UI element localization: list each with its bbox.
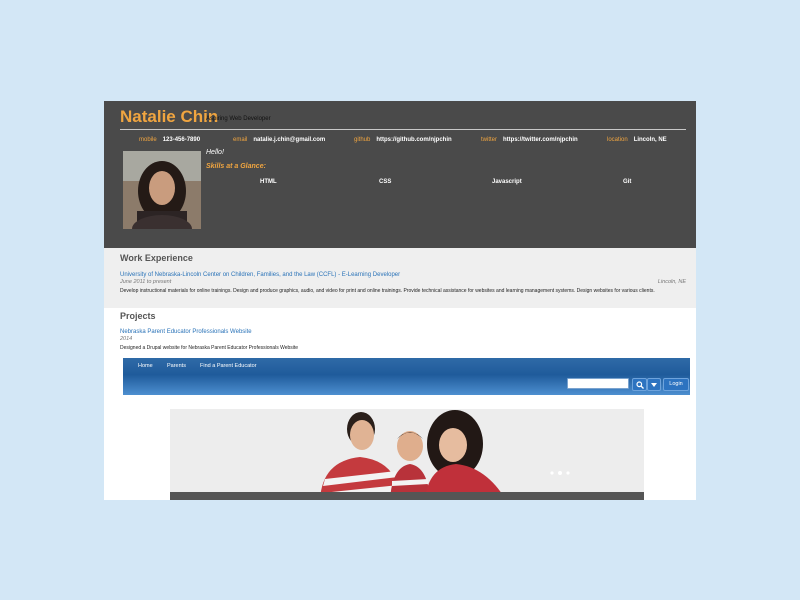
greeting: Hello! xyxy=(206,149,224,156)
person-name: Natalie Chin xyxy=(120,107,219,126)
job-dates: June 2011 to present xyxy=(120,279,172,285)
contact-label: twitter xyxy=(481,137,498,143)
family-photo xyxy=(170,409,644,500)
contact-value: 123-456-7890 xyxy=(162,137,201,143)
contact-value[interactable]: https://twitter.com/njpchin xyxy=(503,137,578,143)
contact-value[interactable]: natalie.j.chin@gmail.com xyxy=(253,137,325,143)
contact-label: location xyxy=(607,137,628,143)
search-button[interactable] xyxy=(632,378,647,391)
skill-item: HTML xyxy=(260,179,277,185)
skill-item: CSS xyxy=(379,179,392,185)
job-description: Develop instructional materials for onli… xyxy=(120,288,655,294)
embedded-site-navbar: Home Parents Find a Parent Educator Logi… xyxy=(123,358,690,395)
nav-item-parents[interactable]: Parents xyxy=(167,363,186,369)
login-button[interactable]: Login xyxy=(663,378,689,391)
hero-image xyxy=(170,409,644,500)
contact-label: github xyxy=(354,137,371,143)
resume-page: Natalie Chin Aspiring Web Developer mobi… xyxy=(104,101,696,500)
search-options-button[interactable] xyxy=(647,378,661,391)
work-experience-section: Work Experience University of Nebraska-L… xyxy=(104,248,696,308)
avatar xyxy=(123,151,201,229)
contact-email[interactable]: email natalie.j.chin@gmail.com xyxy=(233,137,325,143)
job-title-link[interactable]: University of Nebraska-Lincoln Center on… xyxy=(120,272,400,278)
contact-label: email xyxy=(233,137,248,143)
contact-twitter[interactable]: twitter https://twitter.com/njpchin xyxy=(481,137,578,143)
skill-item: Javascript xyxy=(492,179,522,185)
chevron-down-icon xyxy=(651,383,657,387)
projects-title: Projects xyxy=(120,311,156,321)
contact-github[interactable]: github https://github.com/njpchin xyxy=(354,137,452,143)
project-year: 2014 xyxy=(120,336,133,342)
search-input[interactable] xyxy=(567,378,629,389)
job-location: Lincoln, NE xyxy=(657,279,686,285)
nav-item-find-parent-educator[interactable]: Find a Parent Educator xyxy=(200,363,257,369)
section-title: Work Experience xyxy=(120,253,193,263)
nav-item-home[interactable]: Home xyxy=(138,363,153,369)
search-icon xyxy=(635,381,644,389)
contact-mobile: mobile 123-456-7890 xyxy=(139,137,200,143)
avatar-photo xyxy=(123,151,201,229)
project-description: Designed a Drupal website for Nebraska P… xyxy=(120,345,299,351)
tagline: Aspiring Web Developer xyxy=(206,116,271,122)
contact-value[interactable]: https://github.com/njpchin xyxy=(376,137,451,143)
skill-item: Git xyxy=(623,179,632,185)
contact-value: Lincoln, NE xyxy=(633,137,667,143)
resume-header: Natalie Chin Aspiring Web Developer mobi… xyxy=(104,101,696,248)
skills-title: Skills at a Glance: xyxy=(206,163,266,170)
header-divider xyxy=(120,129,686,130)
contact-location: location Lincoln, NE xyxy=(607,137,667,143)
contact-label: mobile xyxy=(139,137,157,143)
project-link[interactable]: Nebraska Parent Educator Professionals W… xyxy=(120,329,252,335)
